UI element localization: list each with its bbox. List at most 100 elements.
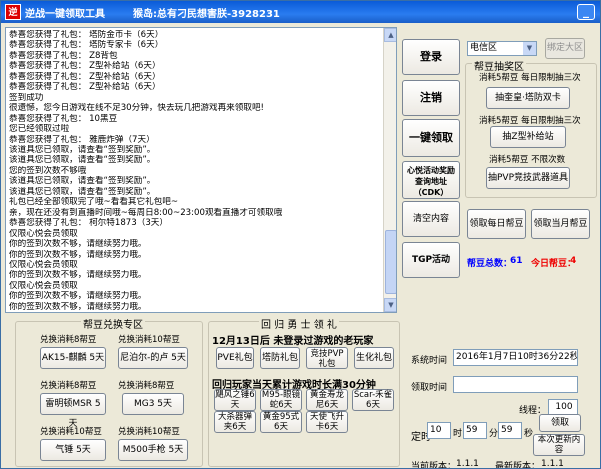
- app-logo-icon: 逆: [5, 4, 21, 20]
- beans-total-value: 61: [510, 256, 523, 266]
- current-version-label: 当前版本：: [411, 462, 457, 469]
- window-title: 逆战一键领取工具: [25, 9, 105, 20]
- update-notes-button[interactable]: 本次更新内容: [533, 434, 585, 456]
- log-line: 该道具您已领取，请查看“签到奖励”。: [9, 186, 156, 197]
- pvp-gift-button[interactable]: 竞技PVP礼包: [306, 347, 348, 369]
- golden-dragon-button[interactable]: 黄金寿龙尼6天: [306, 389, 348, 411]
- draw-defense-card-button[interactable]: 抽奎皇·塔防双卡: [486, 87, 570, 109]
- log-line: 恭喜您获得了礼包： 柯尔特1873（3天）: [9, 218, 168, 229]
- latest-version-value: 1.1.1: [541, 459, 564, 469]
- log-line: 恭喜您获得了礼包： 塔防专家卡（6天）: [9, 40, 164, 51]
- log-line: 你的签到次数不够，请继续努力哦。: [9, 249, 147, 260]
- login-button[interactable]: 登录: [402, 39, 460, 75]
- scroll-up-icon[interactable]: ▲: [384, 28, 396, 42]
- log-line: 仅限心悦会员领取: [9, 280, 78, 291]
- log-line: 仅限心悦会员领取: [9, 228, 78, 239]
- big-magazine-button[interactable]: 大杀器弹夹6天: [214, 411, 256, 433]
- timer-minute-input[interactable]: 59: [463, 422, 487, 439]
- log-line: 您的签到次数不够哦: [9, 165, 87, 176]
- log-line: 礼包已经全部领取完了哦~看看其它礼包吧~: [9, 197, 179, 208]
- claim-monthly-beans-button[interactable]: 领取当月帮豆: [531, 209, 590, 239]
- scroll-thumb[interactable]: [385, 230, 396, 294]
- log-line: 恭喜您获得了礼包： 10黑豆: [9, 113, 118, 124]
- minute-unit-label: 分: [489, 429, 499, 439]
- window-subtitle: 猴岛:总有刁民想害朕-3928231: [133, 9, 280, 20]
- latest-version-label: 最新版本：: [495, 462, 541, 469]
- minimize-button[interactable]: _: [577, 4, 595, 20]
- server-select[interactable]: 电信区 ▼: [467, 41, 537, 56]
- timer-second-input[interactable]: 59: [498, 422, 522, 439]
- pve-gift-button[interactable]: PVE礼包: [216, 347, 254, 369]
- exchange-msr-button[interactable]: 雷明顿MSR 5天: [40, 393, 106, 429]
- system-time-field[interactable]: 2016年1月7日10时36分22秒: [453, 349, 578, 366]
- exchange-cost-6: 兑换消耗10帮豆: [118, 427, 180, 437]
- claim-daily-beans-button[interactable]: 领取每日帮豆: [467, 209, 526, 239]
- claim-time-field[interactable]: [453, 376, 578, 393]
- second-unit-label: 秒: [524, 429, 534, 439]
- log-line: 恭喜您获得了礼包： 塔防金币卡（6天）: [9, 30, 164, 40]
- bind-server-button[interactable]: 绑定大区: [545, 38, 585, 59]
- log-line: 仅限心悦会员领取: [9, 259, 78, 270]
- draw-rule-1: 消耗5帮豆 每日限制抽三次: [479, 73, 581, 83]
- log-line: 该道具您已领取，请查看“签到奖励”。: [9, 155, 156, 166]
- angel-rise-card-button[interactable]: 天使飞升卡6天: [306, 411, 348, 433]
- log-scrollbar[interactable]: ▲ ▼: [383, 28, 396, 312]
- scroll-down-icon[interactable]: ▼: [384, 298, 396, 312]
- hour-unit-label: 时: [453, 429, 463, 439]
- log-textarea[interactable]: 恭喜您获得了礼包： 塔防金币卡（6天） 恭喜您获得了礼包： 塔防专家卡（6天） 恭喜…: [5, 27, 397, 313]
- scar-sparrow-button[interactable]: Scar-禾雀6天: [352, 389, 394, 411]
- draw-rule-2: 消耗5帮豆 每日限制抽三次: [479, 116, 581, 126]
- return-headline-1: 12月13日后 未登录过游戏的老玩家: [212, 336, 374, 347]
- log-line: 恭喜您获得了礼包： Z型补给站（6天）: [9, 61, 161, 72]
- timer-hour-input[interactable]: 10: [427, 422, 451, 439]
- exchange-cost-5: 兑换消耗10帮豆: [40, 427, 102, 437]
- log-line: 该道具您已领取，请查看“签到奖励”。: [9, 144, 156, 155]
- defense-gift-button[interactable]: 塔防礼包: [260, 347, 300, 369]
- cdk-line-1: 心悦活动奖励: [407, 166, 455, 175]
- exchange-mg3-button[interactable]: MG3 5天: [122, 393, 184, 415]
- log-line: 你的签到次数不够，请继续努力哦。: [9, 239, 147, 250]
- log-line: 你的签到次数不够，请继续努力哦。: [9, 270, 147, 281]
- draw-rule-3: 消耗5帮豆 不限次数: [489, 155, 566, 165]
- log-line: 很遗憾，您今日游戏在线不足30分钟，快去玩几把游戏再来领取吧!: [9, 103, 265, 114]
- main-window: 逆 逆战一键领取工具 猴岛:总有刁民想害朕-3928231 _ 恭喜您获得了礼包…: [0, 0, 601, 469]
- exchange-title: 帮豆兑换专区: [81, 316, 145, 331]
- log-line: 你的签到次数不够，请继续努力哦。: [9, 301, 147, 312]
- log-lines: 恭喜您获得了礼包： 塔防金币卡（6天） 恭喜您获得了礼包： 塔防专家卡（6天） 恭喜…: [9, 30, 381, 312]
- log-line: 恭喜您获得了礼包： Z8背包: [9, 50, 118, 61]
- survival-gift-button[interactable]: 生化礼包: [354, 347, 394, 369]
- exchange-cost-2: 兑换消耗10帮豆: [118, 335, 180, 345]
- draw-supply-station-button[interactable]: 抽Z型补给站: [490, 126, 566, 148]
- cdk-line-2: 查询地址: [415, 177, 447, 186]
- beans-today-value: 4: [570, 256, 577, 266]
- claim-all-button[interactable]: 一键领取: [402, 119, 460, 157]
- exchange-cost-3: 兑换消耗8帮豆: [40, 381, 97, 391]
- log-line: 恭喜您获得了礼包： Z型补给站（6天）: [9, 71, 161, 82]
- cdk-query-button[interactable]: 心悦活动奖励 查询地址 （CDK）: [402, 161, 460, 199]
- chevron-down-icon[interactable]: ▼: [523, 42, 536, 55]
- timed-claim-button[interactable]: 领取: [539, 414, 581, 432]
- server-selected-value: 电信区: [470, 43, 498, 53]
- m95-cobra-button[interactable]: M95-眼镜蛇6天: [260, 389, 302, 411]
- exchange-hammer-button[interactable]: 气锤 5天: [40, 439, 106, 461]
- exchange-cost-1: 兑换消耗8帮豆: [40, 335, 97, 345]
- draw-pvp-weapon-button[interactable]: 抽PVP竞技武器道具: [486, 167, 570, 189]
- clear-log-button[interactable]: 清空内容: [402, 201, 460, 237]
- exchange-cost-4: 兑换消耗8帮豆: [118, 381, 175, 391]
- hurricane-hammer-button[interactable]: 飓风之锤6天: [214, 389, 256, 411]
- logout-button[interactable]: 注销: [402, 80, 460, 116]
- exchange-ak15-button[interactable]: AK15-麒麟 5天: [40, 347, 106, 369]
- beans-total-label: 帮豆总数：: [467, 259, 513, 269]
- tgp-activity-button[interactable]: TGP活动: [402, 242, 460, 278]
- system-time-label: 系统时间: [411, 356, 448, 366]
- exchange-m500-button[interactable]: M500手枪 5天: [118, 439, 188, 461]
- title-bar[interactable]: 逆 逆战一键领取工具 猴岛:总有刁民想害朕-3928231 _: [1, 1, 600, 23]
- cdk-line-3: （CDK）: [413, 188, 449, 197]
- golden-type95-button[interactable]: 黄金95式6天: [260, 411, 302, 433]
- log-line: 签到成功: [9, 92, 44, 103]
- log-line: 恭喜您获得了礼包： Z型补给站（6天）: [9, 82, 161, 93]
- log-line: 你的签到次数不够，请继续努力哦。: [9, 291, 147, 302]
- exchange-nepal-knife-button[interactable]: 尼泊尔-的卢 5天: [118, 347, 188, 369]
- log-line: 恭喜您获得了礼包： 雅鹿炸弹（7天）: [9, 134, 155, 145]
- claim-time-label: 领取时间: [411, 383, 448, 393]
